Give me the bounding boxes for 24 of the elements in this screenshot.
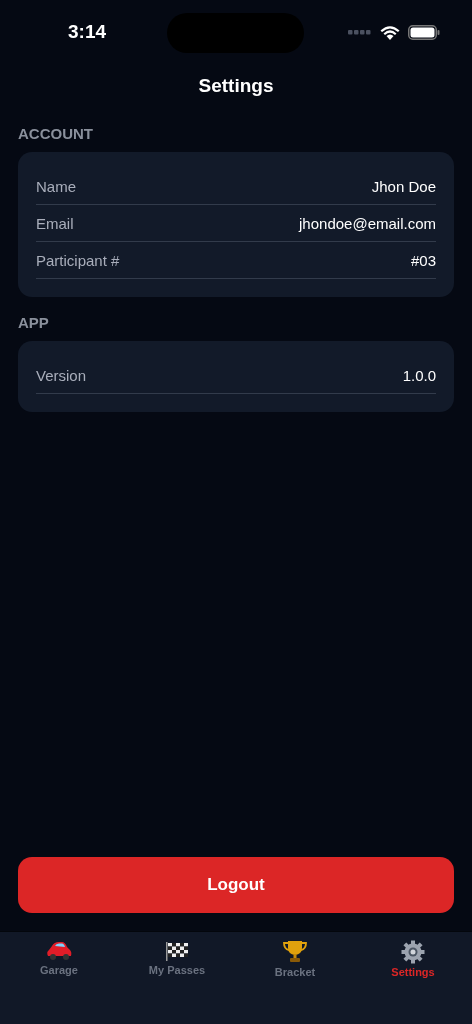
row-value: #03 (410, 251, 436, 269)
row-value: jhondoe@email.com (299, 214, 436, 232)
row-value: 1.0.0 (402, 366, 436, 384)
car-icon (46, 940, 72, 962)
tab-item[interactable]: Garage (0, 932, 118, 1024)
gear-icon (401, 940, 425, 964)
row-label: Participant # (36, 251, 120, 269)
tab-item[interactable]: Settings (354, 932, 472, 1024)
checkered-flag-icon (164, 940, 190, 962)
tab-item[interactable]: Bracket (236, 932, 354, 1024)
status-time: 3:14 (68, 21, 107, 43)
row-label: Name (36, 177, 76, 195)
row-value: Jhon Doe (371, 177, 436, 195)
battery-icon (408, 24, 440, 40)
section-heading: ACCOUNT (18, 125, 94, 142)
tab-item[interactable]: My Passes (118, 932, 236, 1024)
trophy-icon (282, 940, 308, 964)
row-label: Version (36, 366, 87, 384)
wifi-icon (380, 24, 400, 40)
logout-button[interactable]: Logout (18, 857, 454, 913)
section-heading: APP (18, 314, 50, 331)
signal-icon (348, 29, 372, 35)
row-label: Email (36, 214, 74, 232)
screen-title: Settings (197, 74, 275, 98)
